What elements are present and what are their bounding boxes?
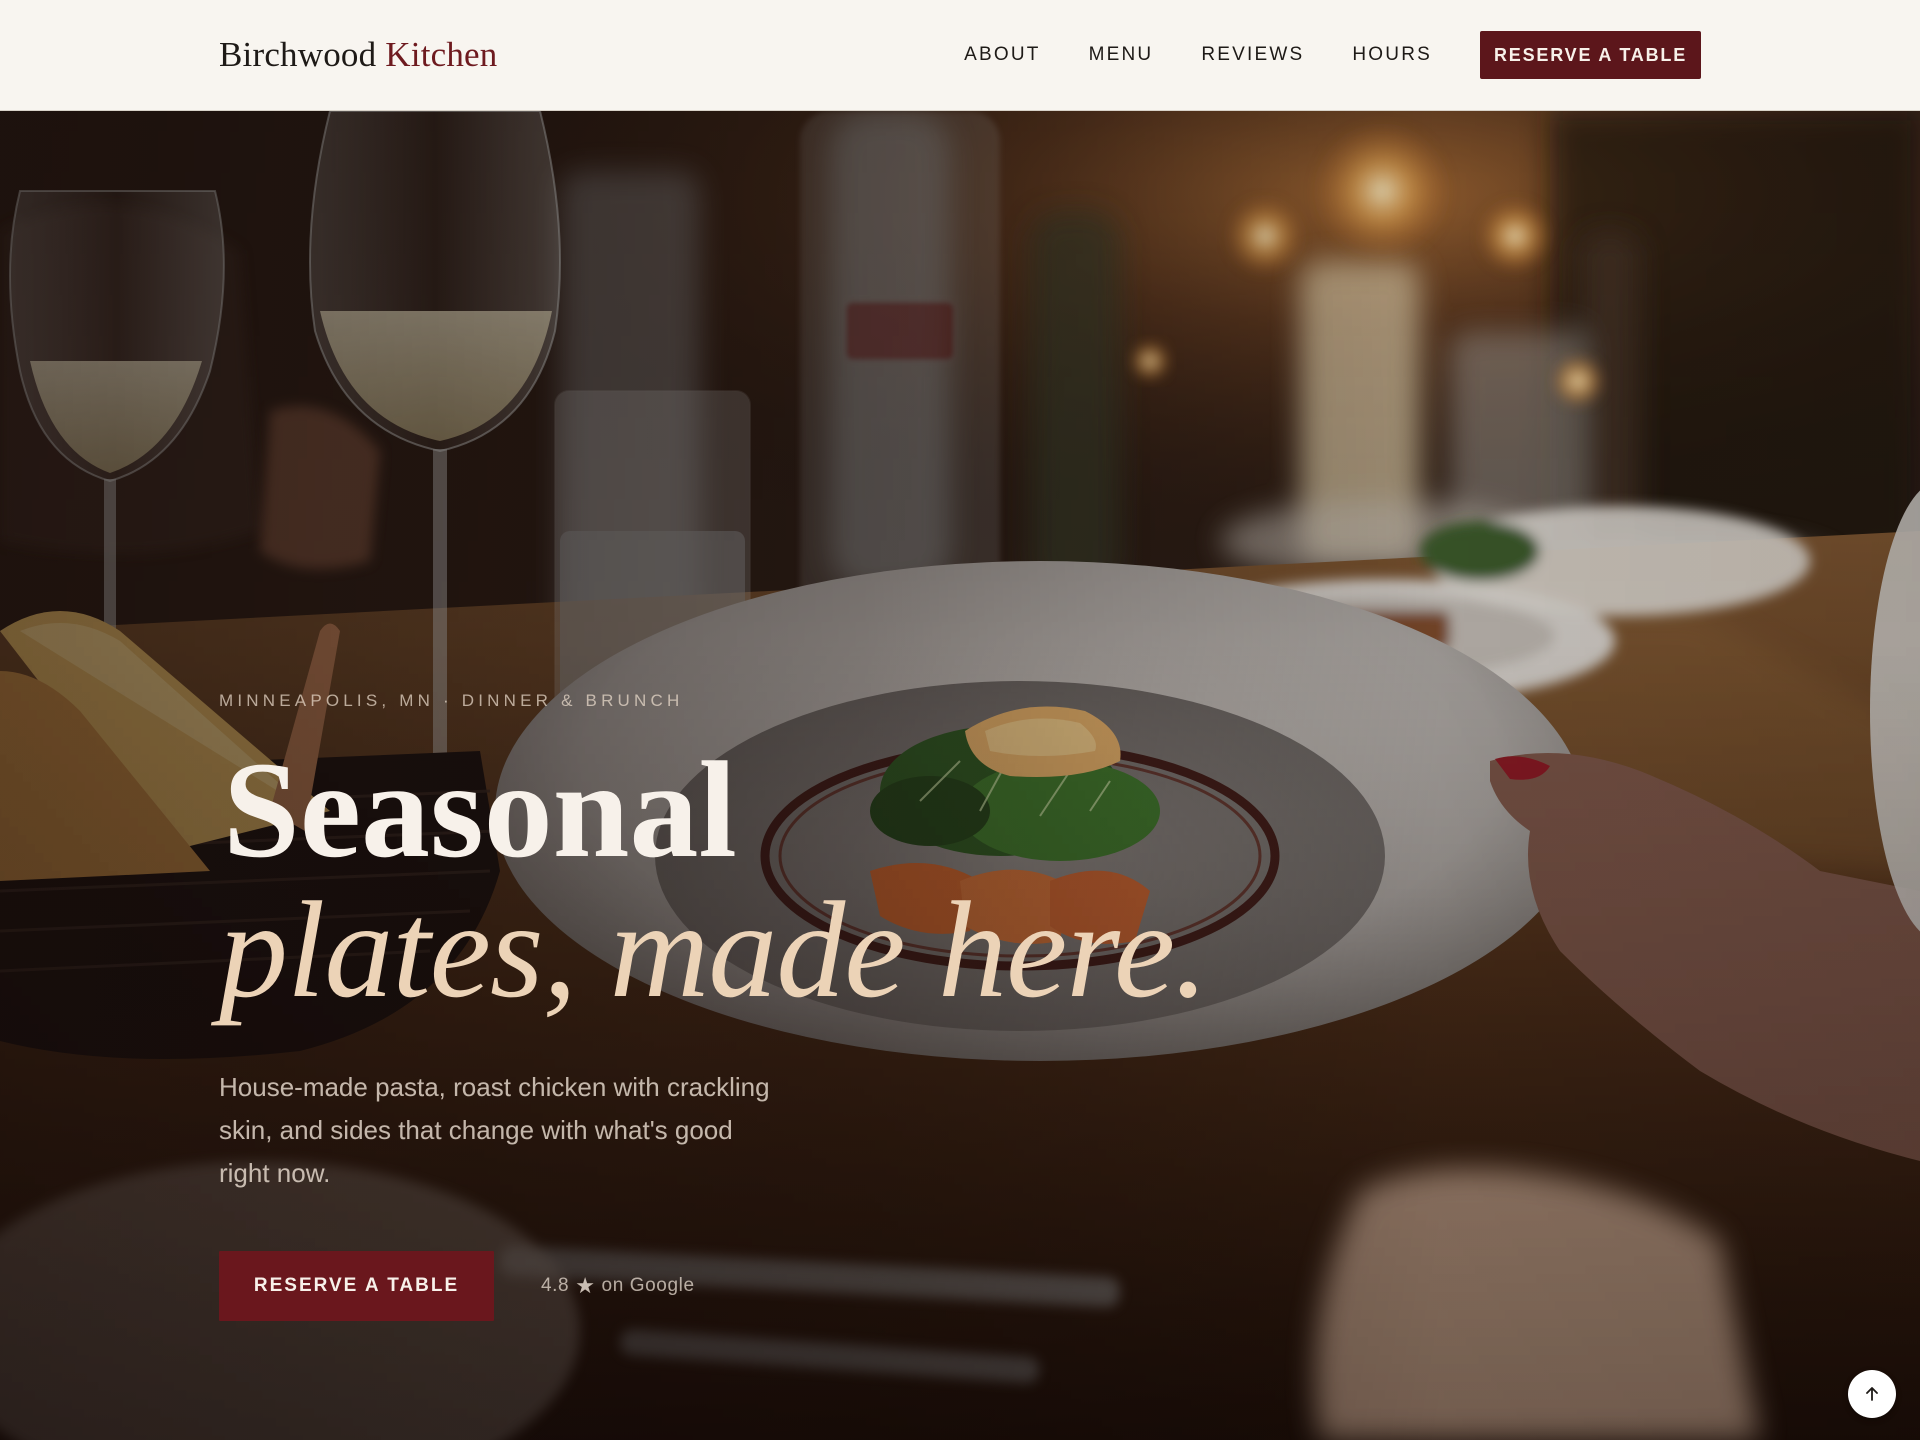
brand-logo[interactable]: Birchwood Kitchen <box>219 35 498 75</box>
scroll-to-top-button[interactable] <box>1848 1370 1896 1418</box>
hero-content: MINNEAPOLIS, MN · DINNER & BRUNCH Season… <box>219 111 1419 1440</box>
nav-link-reviews[interactable]: REVIEWS <box>1201 44 1304 66</box>
header-reserve-button[interactable]: RESERVE A TABLE <box>1480 31 1701 79</box>
brand-name-primary: Birchwood <box>219 35 377 74</box>
nav-link-hours[interactable]: HOURS <box>1352 44 1432 66</box>
google-rating: 4.8 ★ on Google <box>541 1273 695 1299</box>
hero-section: MINNEAPOLIS, MN · DINNER & BRUNCH Season… <box>0 111 1920 1440</box>
nav-link-about[interactable]: ABOUT <box>964 44 1040 66</box>
rating-source: on Google <box>601 1275 695 1296</box>
brand-name-accent: Kitchen <box>385 35 498 74</box>
hero-title-line2: plates, made here. <box>219 873 1209 1026</box>
nav-link-menu[interactable]: MENU <box>1089 44 1154 66</box>
arrow-up-icon <box>1866 1387 1878 1401</box>
rating-value: 4.8 <box>541 1275 570 1296</box>
main-nav: ABOUT MENU REVIEWS HOURS RESERVE A TABLE <box>964 31 1701 79</box>
star-icon: ★ <box>575 1273 596 1298</box>
hero-reserve-button[interactable]: RESERVE A TABLE <box>219 1251 494 1321</box>
hero-title-line1: Seasonal <box>223 733 737 886</box>
site-header: Birchwood Kitchen ABOUT MENU REVIEWS HOU… <box>0 0 1920 111</box>
hero-subtitle: House-made pasta, roast chicken with cra… <box>219 1072 770 1188</box>
hero-eyebrow: MINNEAPOLIS, MN · DINNER & BRUNCH <box>219 691 684 710</box>
